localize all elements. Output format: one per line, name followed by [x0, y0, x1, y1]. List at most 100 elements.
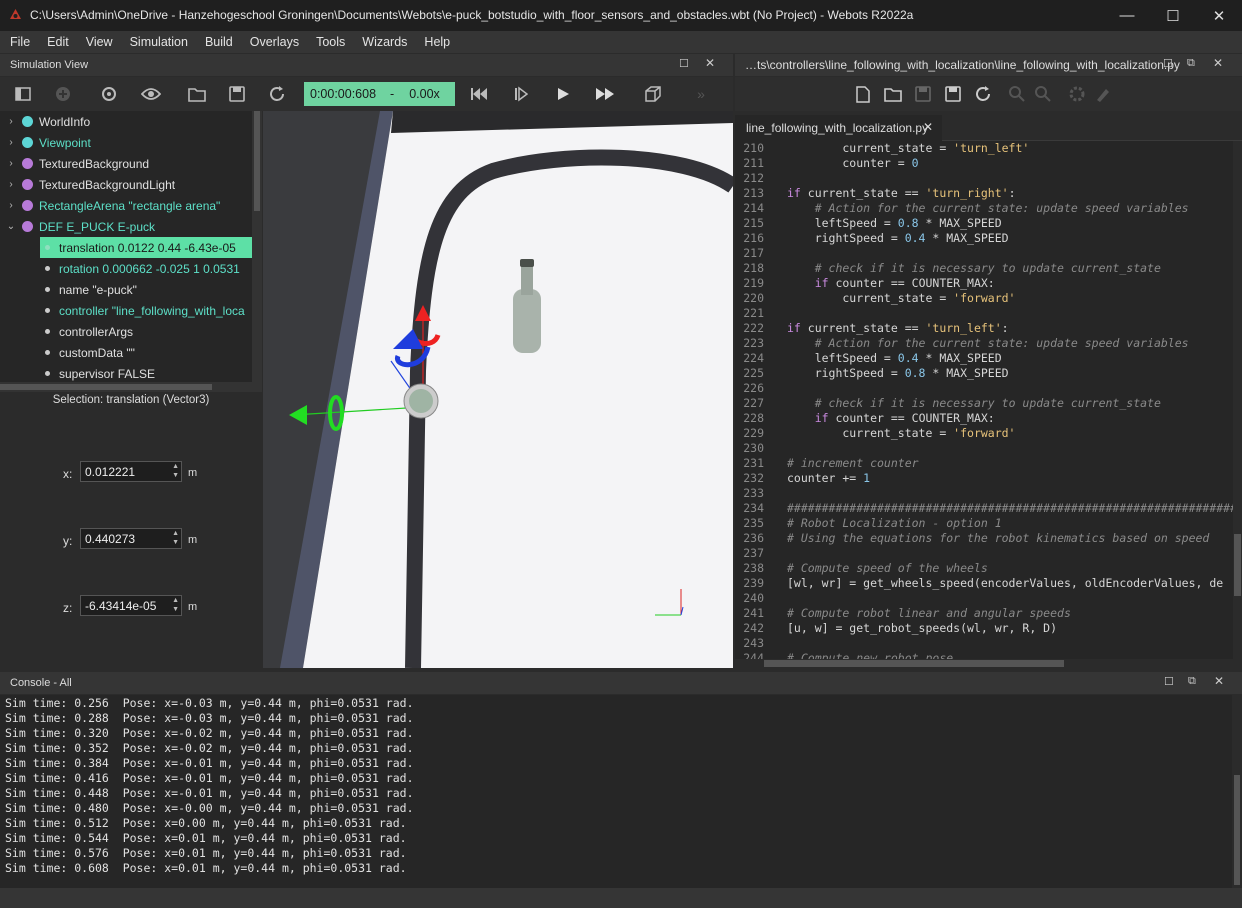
float-console-icon[interactable]: ☐ — [1164, 675, 1174, 688]
save-world-icon[interactable] — [224, 81, 250, 107]
scene-tree-node[interactable]: › WorldInfo — [0, 111, 262, 132]
chevron-right-icon[interactable]: › — [0, 158, 22, 169]
float-panel-icon[interactable]: ☐ — [679, 57, 689, 70]
code-line: 228 if counter == COUNTER_MAX: — [735, 411, 1242, 426]
clean-icon[interactable] — [1090, 81, 1116, 107]
x-field[interactable]: 0.012221 ▲ ▼ — [80, 461, 182, 482]
minimize-button[interactable]: — — [1104, 0, 1150, 31]
code-line: 227 # check if it is necessary to update… — [735, 396, 1242, 411]
simulation-time: 0:00:00:608 — [310, 87, 377, 101]
menu-edit[interactable]: Edit — [47, 35, 69, 49]
menu-overlays[interactable]: Overlays — [250, 35, 299, 49]
close-button[interactable]: ✕ — [1196, 0, 1242, 31]
save-file-icon[interactable] — [910, 81, 936, 107]
code-text: if counter == COUNTER_MAX: — [814, 411, 995, 425]
line-number: 241 — [743, 606, 764, 620]
editor-tab-label: line_following_with_localization.py — [746, 121, 929, 135]
y-spinner-arrows[interactable]: ▲ ▼ — [172, 529, 179, 547]
code-line: 238 # Compute speed of the wheels — [735, 561, 1242, 576]
code-text: current_state = 'forward' — [787, 291, 1016, 305]
scene-tree-node-label: RectangleArena "rectangle arena" — [39, 198, 221, 213]
console-scrollbar[interactable] — [1232, 695, 1242, 888]
toggle-scene-tree-icon[interactable] — [10, 81, 36, 107]
more-tools-icon[interactable]: » — [688, 81, 714, 107]
scene-tree-field[interactable]: name "e-puck" — [0, 279, 262, 300]
build-gear-icon[interactable] — [1064, 81, 1090, 107]
z-spinner-arrows[interactable]: ▲ ▼ — [172, 596, 179, 614]
new-file-icon[interactable] — [850, 81, 876, 107]
editor-vscrollbar[interactable] — [1233, 141, 1242, 659]
float-editor-icon[interactable]: ☐ — [1163, 57, 1173, 70]
open-file-icon[interactable] — [880, 81, 906, 107]
chevron-right-icon[interactable]: › — [0, 200, 22, 211]
field-bullet-icon — [45, 350, 50, 355]
save-as-icon[interactable] — [940, 81, 966, 107]
revert-icon[interactable] — [970, 81, 996, 107]
scene-tree-node[interactable]: › TexturedBackground — [0, 153, 262, 174]
view-eye-icon[interactable] — [138, 81, 164, 107]
scene-tree-scrollbar[interactable] — [252, 111, 262, 392]
y-field[interactable]: 0.440273 ▲ ▼ — [80, 528, 182, 549]
editor-tab[interactable]: line_following_with_localization.py ✕ — [735, 115, 942, 141]
code-editor[interactable]: 210 current_state = 'turn_left' 211 count… — [735, 141, 1242, 659]
menu-help[interactable]: Help — [424, 35, 450, 49]
menu-view[interactable]: View — [86, 35, 113, 49]
scene-tree-field[interactable]: translation 0.0122 0.44 -6.43e-05 — [0, 237, 262, 258]
menu-simulation[interactable]: Simulation — [130, 35, 188, 49]
scene-tree-field[interactable]: supervisor FALSE — [0, 363, 262, 384]
menu-wizards[interactable]: Wizards — [362, 35, 407, 49]
line-number: 212 — [743, 171, 764, 185]
replace-icon[interactable] — [1030, 81, 1056, 107]
scene-tree-node[interactable]: ⌄ DEF E_PUCK E-puck — [0, 216, 262, 237]
scene-tree-node[interactable]: › RectangleArena "rectangle arena" — [0, 195, 262, 216]
fast-forward-icon[interactable] — [592, 81, 618, 107]
close-console-icon[interactable]: ✕ — [1214, 674, 1224, 688]
add-node-icon[interactable] — [50, 81, 76, 107]
field-bullet-icon — [45, 329, 50, 334]
menu-tools[interactable]: Tools — [316, 35, 345, 49]
render-mode-icon[interactable] — [640, 81, 666, 107]
menu-build[interactable]: Build — [205, 35, 233, 49]
play-icon[interactable] — [550, 81, 576, 107]
code-line: 241 # Compute robot linear and angular sp… — [735, 606, 1242, 621]
close-tab-icon[interactable]: ✕ — [923, 120, 933, 134]
editor-hscrollbar[interactable] — [735, 659, 1242, 668]
scene-tree-node[interactable]: › Viewpoint — [0, 132, 262, 153]
scene-tree-node[interactable]: › TexturedBackgroundLight — [0, 174, 262, 195]
z-label: z: — [63, 601, 73, 615]
menu-file[interactable]: File — [10, 35, 30, 49]
find-icon[interactable] — [1004, 81, 1030, 107]
chevron-right-icon[interactable]: › — [0, 179, 22, 190]
scene-tree-field[interactable]: rotation 0.000662 -0.025 1 0.0531 — [0, 258, 262, 279]
step-back-icon[interactable] — [466, 81, 492, 107]
scene-tree-node-label: DEF E_PUCK E-puck — [39, 219, 156, 234]
code-line: 225 rightSpeed = 0.8 * MAX_SPEED — [735, 366, 1242, 381]
chevron-right-icon[interactable]: › — [0, 137, 22, 148]
close-panel-icon[interactable]: ✕ — [705, 56, 715, 70]
x-spinner-arrows[interactable]: ▲ ▼ — [172, 462, 179, 480]
node-icon — [22, 116, 33, 127]
code-line: 211 counter = 0 — [735, 156, 1242, 171]
close-editor-icon[interactable]: ✕ — [1213, 56, 1223, 70]
maximize-editor-icon[interactable]: ⧉ — [1187, 57, 1195, 70]
open-world-icon[interactable] — [184, 81, 210, 107]
code-line: 230 — [735, 441, 1242, 456]
z-field[interactable]: -6.43414e-05 ▲ ▼ — [80, 595, 182, 616]
chevron-right-icon[interactable]: › — [0, 116, 22, 127]
scene-tree-field[interactable]: customData "" — [0, 342, 262, 363]
chevron-down-icon[interactable]: ⌄ — [0, 221, 22, 232]
maximize-button[interactable]: ☐ — [1150, 0, 1196, 31]
reset-simulation-icon[interactable] — [264, 81, 290, 107]
maximize-console-icon[interactable]: ⧉ — [1188, 675, 1196, 688]
scene-tree-hscrollbar[interactable] — [0, 382, 252, 392]
scene-tree-field[interactable]: controllerArgs — [0, 321, 262, 342]
console-output[interactable]: Sim time: 0.256 Pose: x=-0.03 m, y=0.44 … — [0, 695, 1232, 888]
line-number: 217 — [743, 246, 764, 260]
scene-tree-field[interactable]: controller "line_following_with_loca — [0, 300, 262, 321]
simulation-view-title: Simulation View — [10, 59, 89, 71]
3d-viewport[interactable] — [263, 111, 733, 668]
code-text: if current_state == 'turn_left': — [787, 321, 1009, 335]
reload-world-icon[interactable] — [96, 81, 122, 107]
step-icon[interactable] — [508, 81, 534, 107]
